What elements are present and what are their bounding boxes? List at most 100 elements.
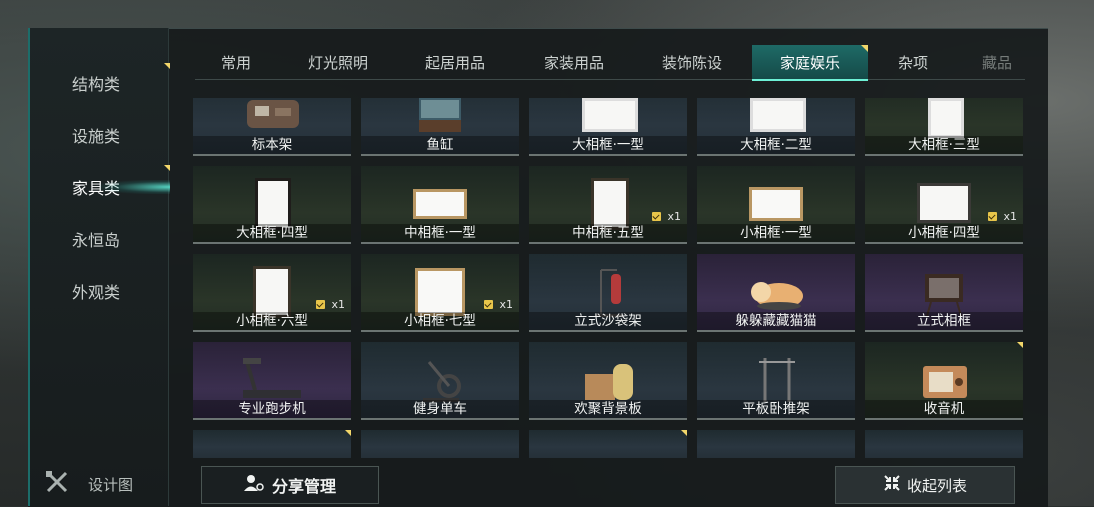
collapse-arrows-icon [883, 474, 901, 496]
check-icon [652, 212, 662, 221]
item-label: 鱼缸 [361, 136, 519, 154]
grid-item[interactable] [361, 430, 519, 458]
divider [529, 242, 687, 244]
grid-item[interactable]: 立式沙袋架 [529, 254, 687, 332]
divider [193, 330, 351, 332]
owned-count: x1 [652, 210, 681, 223]
item-label: 大相框·三型 [865, 136, 1023, 154]
grid-item[interactable]: 中相框·一型 [361, 166, 519, 244]
sidebar-item-label: 结构类 [72, 75, 121, 94]
collapse-label: 收起列表 [906, 476, 967, 495]
item-label: 大相框·一型 [529, 136, 687, 154]
tab-label: 装饰陈设 [661, 53, 722, 72]
subcategory-tabs: 常用 灯光照明 起居用品 家装用品 装饰陈设 家庭娱乐 杂项 藏品 [195, 45, 1025, 81]
count-value: x1 [1003, 210, 1017, 223]
grid-item[interactable]: 立式相框 [865, 254, 1023, 332]
photo-frame-icon [749, 187, 803, 221]
item-label: 中相框·一型 [361, 224, 519, 242]
photo-frame-icon [253, 266, 291, 318]
grid-item[interactable] [697, 430, 855, 458]
sidebar-item-label: 设施类 [72, 127, 121, 146]
divider [697, 330, 855, 332]
owned-count: x1 [316, 298, 345, 311]
photo-frame-icon [591, 178, 629, 230]
grid-item[interactable]: x1 小相框·六型 [193, 254, 351, 332]
grid-item[interactable] [865, 430, 1023, 458]
grid-item[interactable]: 大相框·一型 [529, 98, 687, 156]
fish-tank-icon [419, 98, 461, 132]
owned-count: x1 [988, 210, 1017, 223]
divider [193, 242, 351, 244]
grid-item[interactable] [193, 430, 351, 458]
grid-item[interactable]: 大相框·二型 [697, 98, 855, 156]
divider [361, 418, 519, 420]
sidebar-item-facility[interactable]: 设施类 [30, 115, 168, 155]
tab-living[interactable]: 起居用品 [397, 45, 513, 79]
photo-frame-icon [928, 98, 964, 138]
count-value: x1 [331, 298, 345, 311]
category-sidebar: 结构类 设施类 家具类 永恒岛 外观类 [28, 28, 170, 506]
divider [865, 242, 1023, 244]
sidebar-item-label: 永恒岛 [72, 231, 121, 250]
item-label: 小相框·四型 [865, 224, 1023, 242]
grid-item[interactable]: 平板卧推架 [697, 342, 855, 420]
grid-item[interactable] [529, 430, 687, 458]
photo-frame-icon [582, 98, 638, 132]
item-label: 立式相框 [865, 312, 1023, 330]
grid-item[interactable]: 大相框·四型 [193, 166, 351, 244]
tab-label: 常用 [220, 53, 251, 72]
divider [697, 154, 855, 156]
grid-item[interactable]: x1 小相框·七型 [361, 254, 519, 332]
sidebar-item-appearance[interactable]: 外观类 [30, 271, 168, 311]
tab-collections[interactable]: 藏品 [939, 45, 1055, 79]
share-management-button[interactable]: 分享管理 [201, 466, 379, 504]
item-label: 欢聚背景板 [529, 400, 687, 418]
divider [865, 330, 1023, 332]
grid-item[interactable]: 收音机 [865, 342, 1023, 420]
grid-item[interactable]: 大相框·三型 [865, 98, 1023, 156]
grid-item[interactable]: 小相框·一型 [697, 166, 855, 244]
tab-label: 家庭娱乐 [779, 53, 840, 72]
tab-ornaments[interactable]: 装饰陈设 [634, 45, 750, 79]
design-label: 设计图 [88, 475, 134, 494]
new-marker-icon [164, 165, 170, 171]
specimen-shelf-icon [247, 100, 299, 128]
tab-label: 家装用品 [543, 53, 604, 72]
tab-label: 灯光照明 [307, 53, 368, 72]
collapse-list-button[interactable]: 收起列表 [835, 466, 1015, 504]
divider [865, 418, 1023, 420]
count-value: x1 [499, 298, 513, 311]
item-label: 立式沙袋架 [529, 312, 687, 330]
sidebar-item-eternal-island[interactable]: 永恒岛 [30, 219, 168, 259]
design-blueprint-button[interactable]: 设计图 [44, 468, 154, 500]
tab-home-decor[interactable]: 家装用品 [516, 45, 632, 79]
item-grid: 标本架 鱼缸 大相框·一型 大相框·二型 大相框·三型 大相框·四型 中相框·一… [193, 98, 1027, 458]
cat-icon [751, 282, 803, 310]
grid-item[interactable]: 鱼缸 [361, 98, 519, 156]
grid-item[interactable]: 健身单车 [361, 342, 519, 420]
grid-item[interactable]: 躲躲藏藏猫猫 [697, 254, 855, 332]
photo-frame-icon [255, 178, 291, 230]
new-marker-icon [345, 430, 351, 436]
item-label: 收音机 [865, 400, 1023, 418]
item-label: 躲躲藏藏猫猫 [697, 312, 855, 330]
grid-item[interactable]: 欢聚背景板 [529, 342, 687, 420]
grid-item[interactable]: 专业跑步机 [193, 342, 351, 420]
divider [361, 154, 519, 156]
tab-lighting[interactable]: 灯光照明 [280, 45, 396, 79]
tab-label: 藏品 [981, 53, 1012, 72]
item-label: 标本架 [193, 136, 351, 154]
new-marker-icon [681, 430, 687, 436]
grid-item[interactable]: 标本架 [193, 98, 351, 156]
item-label: 健身单车 [361, 400, 519, 418]
grid-item[interactable]: x1 中相框·五型 [529, 166, 687, 244]
tab-home-entertainment[interactable]: 家庭娱乐 [752, 45, 868, 81]
sidebar-item-label: 外观类 [72, 283, 121, 302]
tab-common[interactable]: 常用 [178, 45, 294, 79]
item-label: 平板卧推架 [697, 400, 855, 418]
grid-item[interactable]: x1 小相框·四型 [865, 166, 1023, 244]
sidebar-item-structure[interactable]: 结构类 [30, 63, 170, 103]
item-label: 中相框·五型 [529, 224, 687, 242]
item-label: 小相框·六型 [193, 312, 351, 330]
owned-count: x1 [484, 298, 513, 311]
